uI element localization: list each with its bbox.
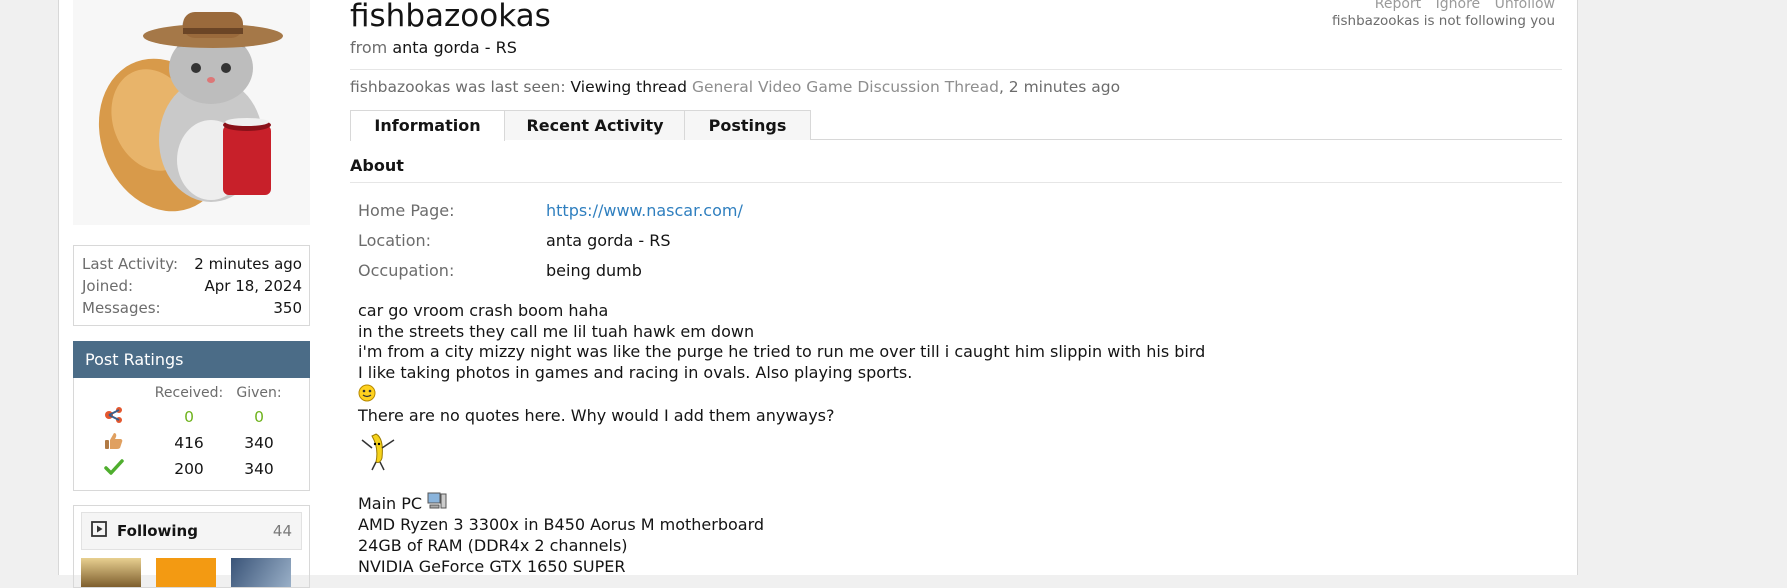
- rating-row: 0 0: [74, 404, 309, 430]
- ignore-link[interactable]: Ignore: [1436, 0, 1481, 12]
- given-label: Given:: [236, 385, 282, 401]
- received-count: 200: [174, 460, 204, 478]
- post-ratings-body: Received: Given: 0 0 416 340 200 340: [73, 378, 310, 491]
- last-seen: fishbazookas was last seen: Viewing thre…: [350, 69, 1562, 96]
- post-ratings-title: Post Ratings: [73, 341, 310, 378]
- post-ratings: Post Ratings Received: Given: 0 0 416 34…: [73, 341, 310, 491]
- user-location: from anta gorda - RS: [350, 38, 1562, 57]
- following-count: 44: [272, 522, 292, 540]
- bio-line: Main PC: [358, 492, 1562, 516]
- about-bio: car go vroom crash boom haha in the stre…: [350, 301, 1562, 577]
- bio-line: NVIDIA GeForce GTX 1650 SUPER: [358, 556, 626, 576]
- stat-value: 2 minutes ago: [194, 255, 302, 273]
- stat-joined: Joined: Apr 18, 2024: [82, 275, 302, 297]
- received-count: 0: [184, 408, 194, 426]
- tab-recent-activity[interactable]: Recent Activity: [504, 110, 686, 140]
- play-square-icon: [91, 521, 107, 541]
- given-count: 0: [254, 408, 264, 426]
- bio-line: 24GB of RAM (DDR4x 2 channels): [358, 535, 628, 555]
- bio-line: AMD Ryzen 3 3300x in B450 Aorus M mother…: [358, 515, 765, 535]
- report-link[interactable]: Report: [1375, 0, 1421, 12]
- given-count: 340: [244, 460, 274, 478]
- stat-label: Last Activity:: [82, 255, 179, 273]
- smiley-emoji-icon: [358, 384, 1562, 406]
- following-title: Following: [117, 522, 198, 540]
- member-stats: Last Activity: 2 minutes ago Joined: Apr…: [73, 245, 310, 326]
- last-seen-thread-link[interactable]: General Video Game Discussion Thread: [692, 78, 999, 96]
- last-seen-time: , 2 minutes ago: [998, 78, 1121, 96]
- following-header[interactable]: Following 44: [81, 512, 302, 550]
- checkmark-icon[interactable]: [74, 458, 154, 480]
- rating-row: 200 340: [74, 456, 309, 482]
- field-label: Home Page:: [358, 201, 455, 220]
- stat-value: 350: [273, 299, 302, 317]
- ratings-header-row: Received: Given:: [74, 382, 309, 404]
- bio-line: I like taking photos in games and racing…: [358, 363, 913, 383]
- thumbs-up-icon[interactable]: [74, 432, 154, 454]
- field-location: Location: anta gorda - RS: [358, 231, 1562, 261]
- from-location[interactable]: anta gorda - RS: [392, 38, 517, 57]
- following-avatars: [81, 558, 302, 587]
- about-fields: Home Page: https://www.nascar.com/ Locat…: [350, 201, 1562, 291]
- follow-status: fishbazookas is not following you: [1332, 13, 1555, 29]
- dancing-banana-icon: [358, 427, 1562, 472]
- avatar-image: [73, 0, 310, 225]
- page-container: Last Activity: 2 minutes ago Joined: Apr…: [58, 0, 1578, 588]
- bio-line: There are no quotes here. Why would I ad…: [358, 405, 835, 425]
- share-rating-icon[interactable]: [74, 406, 154, 428]
- unfollow-link[interactable]: Unfollow: [1495, 0, 1555, 12]
- received-count: 416: [174, 434, 204, 452]
- followed-user-avatar[interactable]: [231, 558, 291, 587]
- sidebar: Last Activity: 2 minutes ago Joined: Apr…: [73, 0, 310, 588]
- received-label: Received:: [154, 385, 224, 401]
- bio-line-text: Main PC: [358, 493, 423, 513]
- from-prefix: from: [350, 38, 388, 57]
- computer-icon: [427, 492, 447, 516]
- followed-user-avatar[interactable]: [156, 558, 216, 587]
- stat-value: Apr 18, 2024: [204, 277, 302, 295]
- field-label: Occupation:: [358, 261, 455, 280]
- bio-line: i'm from a city mizzy night was like the…: [358, 342, 1206, 362]
- profile-actions: Report Ignore Unfollow fishbazookas is n…: [1332, 0, 1555, 29]
- bio-line: in the streets they call me lil tuah haw…: [358, 321, 755, 341]
- bio-line: car go vroom crash boom haha: [358, 301, 609, 320]
- about-heading: About: [350, 156, 1562, 183]
- last-seen-action: Viewing thread: [570, 78, 688, 96]
- field-occupation: Occupation: being dumb: [358, 261, 1562, 291]
- tab-information[interactable]: Information: [350, 110, 505, 141]
- stat-messages: Messages: 350: [82, 297, 302, 319]
- last-seen-prefix: fishbazookas was last seen:: [350, 78, 566, 96]
- stat-label: Messages:: [82, 299, 161, 317]
- profile-main: Report Ignore Unfollow fishbazookas is n…: [350, 0, 1562, 577]
- stat-label: Joined:: [82, 277, 134, 295]
- stat-last-activity: Last Activity: 2 minutes ago: [82, 253, 302, 275]
- home-page-link[interactable]: https://www.nascar.com/: [546, 201, 743, 231]
- given-count: 340: [244, 434, 274, 452]
- rating-row: 416 340: [74, 430, 309, 456]
- following-block: Following 44: [73, 505, 310, 588]
- field-value: being dumb: [546, 261, 642, 280]
- field-home-page: Home Page: https://www.nascar.com/: [358, 201, 1562, 231]
- tab-postings[interactable]: Postings: [684, 110, 811, 140]
- avatar[interactable]: [73, 0, 310, 225]
- profile-tabs: Information Recent Activity Postings: [350, 110, 1562, 141]
- field-label: Location:: [358, 231, 432, 250]
- followed-user-avatar[interactable]: [81, 558, 141, 587]
- field-value: anta gorda - RS: [546, 231, 671, 250]
